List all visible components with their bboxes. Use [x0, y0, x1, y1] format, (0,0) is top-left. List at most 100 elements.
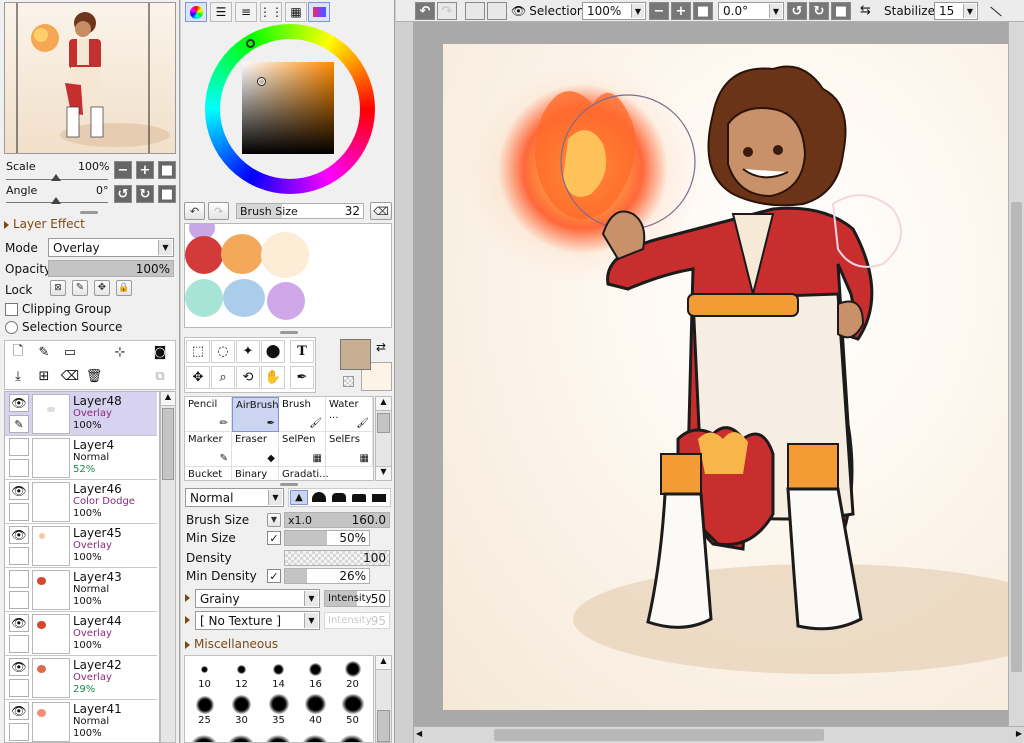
- redo-button[interactable]: ↷: [437, 2, 457, 20]
- panel-splitter[interactable]: [80, 211, 98, 214]
- pen-toggle[interactable]: [9, 635, 29, 653]
- brush-shape-sharp-icon[interactable]: ▲: [290, 490, 308, 505]
- panel-splitter[interactable]: [280, 483, 298, 486]
- brush-tool-binary[interactable]: Binary ...: [232, 467, 279, 480]
- lock-transparency-icon[interactable]: ⊠: [50, 280, 66, 296]
- sv-marker[interactable]: [257, 77, 266, 86]
- merge-down-icon[interactable]: ⤓: [8, 367, 28, 386]
- magic-wand-icon[interactable]: ✦: [236, 340, 260, 363]
- navigator-thumbnail[interactable]: [4, 2, 176, 154]
- brush-dot-icon[interactable]: [191, 735, 217, 742]
- brush-tool-watercolor[interactable]: Water ... 🖌: [326, 397, 373, 432]
- eye-icon[interactable]: 👁: [9, 526, 29, 544]
- color-swatch[interactable]: [223, 279, 265, 317]
- swatch-tab[interactable]: ▦: [285, 2, 307, 22]
- rotate-reset-button[interactable]: ■: [158, 185, 176, 203]
- brush-dot-icon[interactable]: [228, 735, 254, 742]
- color-swatch[interactable]: [185, 279, 223, 317]
- miscellaneous-header[interactable]: Miscellaneous: [185, 637, 278, 651]
- eye-icon[interactable]: 👁: [9, 614, 29, 632]
- text-tool-icon[interactable]: T: [290, 340, 314, 363]
- color-swatch[interactable]: [221, 234, 263, 274]
- brush-size-preset[interactable]: 35: [260, 694, 297, 726]
- canvas-vscrollbar[interactable]: [1008, 22, 1024, 728]
- color-swatch[interactable]: [261, 232, 309, 278]
- rotate-right-button[interactable]: ↻: [136, 185, 154, 203]
- brush-tool-eraser[interactable]: Eraser ◆: [232, 432, 279, 467]
- layer-row[interactable]: 👁 ✎ Layer48 Overlay 100%: [5, 392, 157, 436]
- brush-preset-scrollbar[interactable]: ▲: [375, 655, 392, 743]
- layer-row[interactable]: Layer4 Normal 52%: [5, 436, 157, 480]
- scroll-right-arrow-icon[interactable]: ▶: [1016, 729, 1022, 738]
- brush-tool-gradation[interactable]: Gradati...: [279, 467, 329, 480]
- brush-tool-selers[interactable]: SelErs ▦: [326, 432, 373, 467]
- brush-size-preset[interactable]: 25: [186, 694, 223, 726]
- rect-select-icon[interactable]: ⬚: [186, 340, 210, 363]
- brush-shape-round-icon[interactable]: [312, 492, 326, 502]
- eye-icon[interactable]: 👁: [9, 394, 29, 412]
- brush-size-preset[interactable]: 40: [297, 694, 334, 726]
- scale-slider-handle[interactable]: [51, 174, 61, 181]
- brush-size-preset[interactable]: 16: [297, 658, 334, 690]
- scroll-left-arrow-icon[interactable]: ◀: [416, 729, 422, 738]
- eyedropper-icon[interactable]: ✒: [290, 366, 314, 389]
- scroll-up-arrow-icon[interactable]: ▲: [376, 656, 391, 670]
- scroll-up-arrow-icon[interactable]: ▲: [376, 397, 391, 411]
- layer-row[interactable]: 👁 Layer44 Overlay 100%: [5, 612, 157, 656]
- layer-effect-header[interactable]: Layer Effect: [4, 217, 85, 231]
- hue-marker[interactable]: [246, 39, 255, 48]
- color-swatch[interactable]: [267, 282, 305, 320]
- rotate-icon[interactable]: ⟲: [236, 366, 260, 389]
- lock-move-icon[interactable]: ✥: [94, 280, 110, 296]
- select-pen-icon[interactable]: ⬤: [261, 340, 285, 363]
- color-mixer-tab[interactable]: ⋮⋮: [259, 2, 283, 22]
- opacity-slider[interactable]: 100%: [48, 260, 174, 277]
- undo-button[interactable]: ↶: [415, 2, 435, 20]
- zoom-out-button[interactable]: −: [114, 161, 132, 179]
- layers-scrollbar[interactable]: ▲: [160, 391, 176, 743]
- duplicate-layer-icon[interactable]: ⊞: [34, 367, 54, 386]
- layer-mask-icon[interactable]: ◙: [150, 343, 170, 362]
- brush-tool-scrollbar[interactable]: ▲ ▼: [375, 396, 392, 481]
- scroll-down-arrow-icon[interactable]: ▼: [376, 466, 391, 480]
- pen-toggle[interactable]: [9, 459, 29, 477]
- texture-select[interactable]: Grainy ▼: [195, 589, 320, 608]
- new-folder-icon[interactable]: ▭: [60, 343, 80, 362]
- pen-toggle[interactable]: [9, 547, 29, 565]
- selection-source-radio[interactable]: [5, 321, 18, 334]
- brush-tool-pencil[interactable]: Pencil ✏: [185, 397, 232, 432]
- scrollbar-thumb[interactable]: [1011, 202, 1022, 672]
- saturation-value-square[interactable]: [242, 62, 334, 154]
- eye-icon[interactable]: 👁: [9, 482, 29, 500]
- panel-splitter[interactable]: [280, 331, 298, 334]
- scratchpad[interactable]: [184, 223, 392, 328]
- angle-slider-handle[interactable]: [51, 197, 61, 204]
- pen-toggle[interactable]: [9, 503, 29, 521]
- blend-mode-select[interactable]: Normal ▼: [185, 488, 284, 507]
- brush-size-mult-dropdown[interactable]: ▼: [267, 513, 281, 527]
- invert-select-button[interactable]: [487, 2, 507, 20]
- clipping-checkbox[interactable]: [5, 303, 18, 316]
- eye-icon[interactable]: 👁: [9, 658, 29, 676]
- pen-toggle[interactable]: [9, 723, 29, 741]
- scratchpad-tab[interactable]: [308, 2, 330, 22]
- visibility-toggle[interactable]: [9, 438, 29, 456]
- new-pen-layer-icon[interactable]: ✎: [34, 343, 54, 362]
- toolbar-zoom-reset-button[interactable]: ■: [693, 2, 713, 20]
- color-wheel-tab[interactable]: [185, 2, 207, 22]
- brush-tool-bucket[interactable]: Bucket: [185, 467, 232, 480]
- min-density-slider[interactable]: 26%: [284, 568, 370, 584]
- brush-shape-flat-icon[interactable]: [352, 494, 366, 502]
- lock-all-icon[interactable]: 🔒: [116, 280, 132, 296]
- zoom-select[interactable]: 100% ▼: [582, 2, 646, 20]
- zoom-in-button[interactable]: +: [136, 161, 154, 179]
- primary-color[interactable]: [340, 339, 371, 370]
- visibility-toggle[interactable]: [9, 570, 29, 588]
- brush-size-preset[interactable]: 50: [334, 694, 371, 726]
- texture-expand-icon[interactable]: [185, 594, 190, 602]
- brush-dot-icon[interactable]: [265, 735, 291, 742]
- zoom-reset-button[interactable]: ■: [158, 161, 176, 179]
- layer-row[interactable]: 👁 Layer46 Color Dodge 100%: [5, 480, 157, 524]
- flip-horizontal-icon[interactable]: ⇆: [860, 3, 871, 18]
- density-slider[interactable]: 100: [284, 550, 390, 566]
